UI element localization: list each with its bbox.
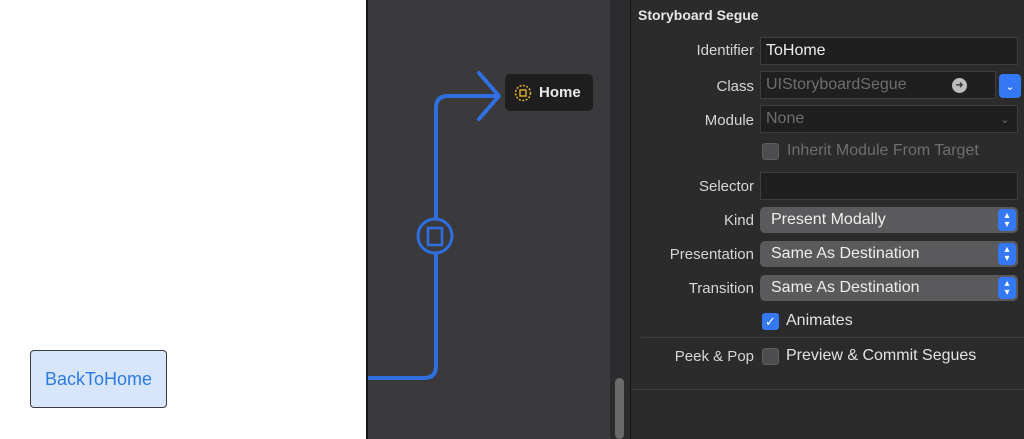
kind-value: Present Modally [771, 211, 886, 228]
section-title: Storyboard Segue [638, 7, 759, 23]
class-placeholder: UIStoryboardSegue [766, 76, 907, 93]
identifier-value: ToHome [766, 42, 826, 59]
peek-pop-checkbox[interactable] [762, 348, 779, 365]
transition-label: Transition [688, 280, 754, 297]
selector-field[interactable] [760, 172, 1018, 200]
transition-popup[interactable]: Same As Destination ▴ ▾ [760, 275, 1018, 301]
segue-icon[interactable] [416, 217, 454, 255]
animates-checkbox[interactable]: ✓ [762, 313, 779, 330]
inherit-module-label: Inherit Module From Target [787, 142, 979, 159]
home-node-label: Home [539, 84, 581, 101]
storyboard-canvas[interactable]: Home [368, 0, 610, 439]
presentation-popup-chevron-icon: ▴ ▾ [998, 243, 1016, 265]
module-placeholder: None [766, 110, 805, 127]
identifier-label: Identifier [696, 42, 754, 59]
canvas-scrollbar-track[interactable] [610, 0, 630, 439]
module-field[interactable]: None ⌄ [760, 105, 1018, 133]
bottom-separator [631, 389, 1024, 390]
presentation-popup[interactable]: Same As Destination ▴ ▾ [760, 241, 1018, 267]
view-controller-icon [514, 84, 532, 101]
back-to-home-button[interactable]: BackToHome [30, 350, 167, 408]
transition-value: Same As Destination [771, 279, 920, 296]
kind-popup[interactable]: Present Modally ▴ ▾ [760, 207, 1018, 233]
peek-pop-label: Peek & Pop [674, 348, 754, 365]
view-controller-scene: BackToHome [0, 0, 367, 439]
identifier-field[interactable]: ToHome [760, 37, 1018, 65]
class-dropdown-chevron-icon[interactable]: ⌄ [999, 74, 1021, 98]
animates-label: Animates [786, 312, 853, 329]
segue-connection-line[interactable] [368, 0, 610, 439]
home-scene-node[interactable]: Home [505, 74, 593, 111]
attributes-inspector: Storyboard Segue Identifier ToHome Class… [631, 0, 1024, 439]
inherit-module-checkbox[interactable] [762, 143, 779, 160]
class-label: Class [716, 78, 754, 95]
kind-label: Kind [723, 212, 754, 229]
selector-label: Selector [698, 178, 754, 195]
kind-popup-chevron-icon: ▴ ▾ [998, 209, 1016, 231]
transition-popup-chevron-icon: ▴ ▾ [998, 277, 1016, 299]
presentation-value: Same As Destination [771, 245, 920, 262]
canvas-scrollbar-thumb[interactable] [615, 378, 624, 439]
module-label: Module [704, 112, 754, 129]
go-to-class-icon[interactable]: ➜ [952, 78, 967, 93]
preview-commit-segues-label: Preview & Commit Segues [786, 347, 977, 364]
class-field[interactable]: UIStoryboardSegue ➜ ⌄ [760, 71, 1021, 99]
presentation-label: Presentation [669, 246, 754, 263]
module-dropdown-chevron-icon[interactable]: ⌄ [996, 110, 1014, 128]
section-separator [641, 337, 1024, 338]
